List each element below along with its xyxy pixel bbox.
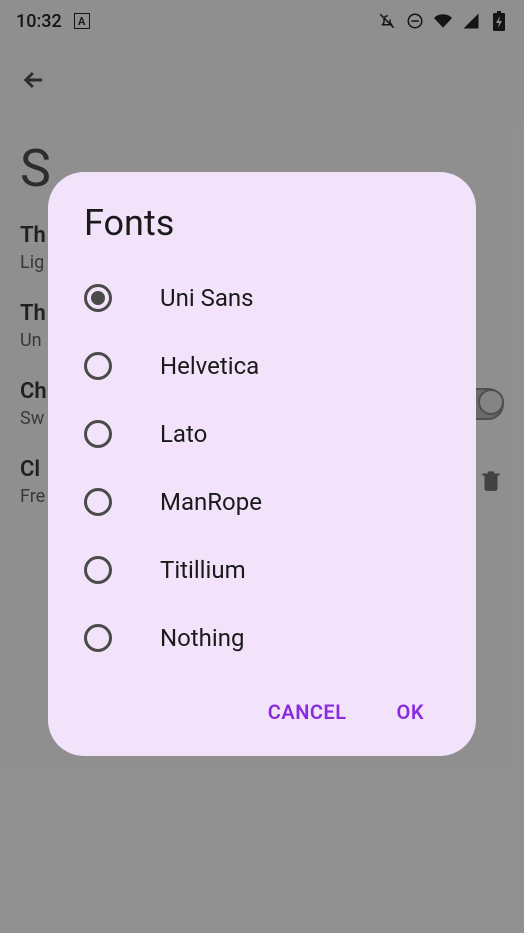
radio-label: Uni Sans: [160, 284, 254, 312]
radio-icon: [84, 556, 112, 584]
radio-list: Uni Sans Helvetica Lato ManRope Titilliu…: [48, 264, 476, 672]
radio-icon: [84, 420, 112, 448]
dialog-actions: CANCEL OK: [48, 672, 476, 732]
radio-icon: [84, 488, 112, 516]
radio-option-nothing[interactable]: Nothing: [48, 604, 476, 672]
radio-label: Helvetica: [160, 352, 259, 380]
radio-option-titillium[interactable]: Titillium: [48, 536, 476, 604]
cancel-button[interactable]: CANCEL: [268, 700, 347, 724]
radio-label: Nothing: [160, 624, 244, 652]
radio-label: Titillium: [160, 556, 246, 584]
radio-label: Lato: [160, 420, 207, 448]
radio-option-lato[interactable]: Lato: [48, 400, 476, 468]
radio-option-manrope[interactable]: ManRope: [48, 468, 476, 536]
fonts-dialog: Fonts Uni Sans Helvetica Lato ManRope Ti…: [48, 172, 476, 756]
radio-option-uni-sans[interactable]: Uni Sans: [48, 264, 476, 332]
radio-label: ManRope: [160, 488, 262, 516]
radio-icon: [84, 624, 112, 652]
radio-icon: [84, 284, 112, 312]
radio-icon: [84, 352, 112, 380]
modal-overlay[interactable]: Fonts Uni Sans Helvetica Lato ManRope Ti…: [0, 0, 524, 933]
dialog-title: Fonts: [48, 202, 476, 264]
ok-button[interactable]: OK: [397, 700, 424, 724]
radio-option-helvetica[interactable]: Helvetica: [48, 332, 476, 400]
